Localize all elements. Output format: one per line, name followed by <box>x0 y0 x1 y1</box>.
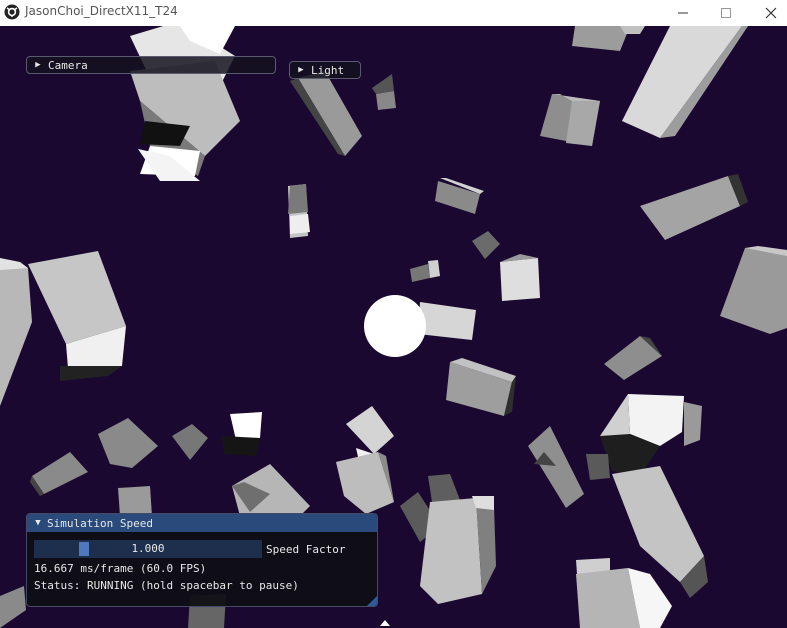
collapsed-arrow-icon: ▶ <box>298 65 304 75</box>
app-logo-icon <box>4 4 20 20</box>
cube <box>420 496 496 604</box>
status-text: Status: RUNNING (hold spacebar to pause) <box>34 579 299 592</box>
camera-header-label: Camera <box>48 58 88 72</box>
render-viewport[interactable]: ▶ Camera ▶ Light ▼ Simulation Speed 1.00… <box>0 26 787 628</box>
window-title-bar[interactable]: JasonChoi_DirectX11_T24 <box>0 0 787 26</box>
light-header-label: Light <box>311 63 345 77</box>
camera-header[interactable]: ▶ Camera <box>26 56 276 74</box>
simulation-speed-title-bar[interactable]: ▼ Simulation Speed <box>27 514 377 532</box>
window-title: JasonChoi_DirectX11_T24 <box>25 4 178 18</box>
expanded-arrow-icon: ▼ <box>35 518 41 528</box>
collapsed-arrow-icon: ▶ <box>35 60 41 70</box>
simulation-speed-title: Simulation Speed <box>47 516 153 530</box>
cube <box>118 486 152 516</box>
close-button[interactable] <box>748 0 787 26</box>
cube <box>586 454 610 480</box>
maximize-button[interactable] <box>703 0 749 26</box>
simulation-speed-window[interactable]: ▼ Simulation Speed 1.000 Speed Factor 16… <box>26 513 378 607</box>
frame-stats-text: 16.667 ms/frame (60.0 FPS) <box>34 562 207 575</box>
maximize-icon <box>721 8 731 18</box>
close-icon <box>765 7 777 19</box>
minimize-button[interactable] <box>660 0 706 26</box>
speed-factor-label: Speed Factor <box>266 543 346 556</box>
light-sphere <box>364 295 426 357</box>
light-header[interactable]: ▶ Light <box>289 61 361 79</box>
resize-grip[interactable] <box>367 596 377 606</box>
speed-factor-value: 1.000 <box>131 542 165 555</box>
cube <box>500 254 540 301</box>
speed-factor-slider[interactable]: 1.000 <box>34 540 262 558</box>
minimize-icon <box>678 12 688 14</box>
